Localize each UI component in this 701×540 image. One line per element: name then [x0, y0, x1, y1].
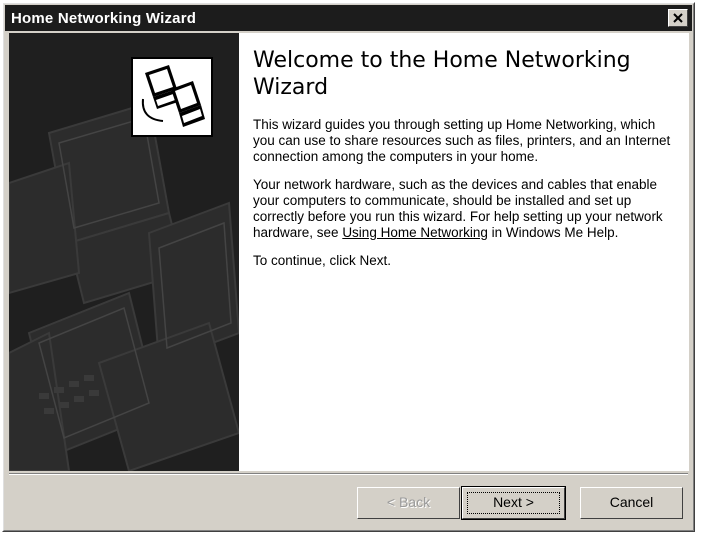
wizard-side-panel	[9, 33, 239, 471]
title-bar[interactable]: Home Networking Wizard	[5, 5, 692, 31]
button-separator	[9, 473, 688, 475]
close-icon	[673, 13, 683, 23]
networked-computers-icon	[141, 65, 205, 127]
wizard-window: Home Networking Wizard Welcome to the Ho…	[2, 2, 695, 532]
continue-instruction: To continue, click Next.	[253, 253, 392, 268]
hardware-paragraph: Your network hardware, such as the devic…	[253, 177, 678, 241]
back-button[interactable]: < Back	[357, 487, 460, 519]
intro-paragraph: This wizard guides you through setting u…	[253, 117, 671, 164]
next-button[interactable]: Next >	[461, 486, 566, 520]
cancel-button[interactable]: Cancel	[580, 487, 683, 519]
back-button-label: < Back	[386, 494, 431, 510]
next-button-label: Next >	[493, 494, 534, 510]
cancel-button-label: Cancel	[609, 494, 654, 510]
window-title: Home Networking Wizard	[11, 10, 197, 27]
using-home-networking-link[interactable]: Using Home Networking	[342, 225, 488, 240]
wizard-content: Welcome to the Home Networking Wizard Th…	[9, 33, 689, 471]
wizard-main: Welcome to the Home Networking Wizard Th…	[253, 47, 678, 281]
close-button[interactable]	[668, 9, 688, 27]
page-title: Welcome to the Home Networking Wizard	[253, 48, 631, 100]
hardware-text-end: in Windows Me Help.	[487, 225, 619, 240]
network-logo	[131, 57, 213, 137]
